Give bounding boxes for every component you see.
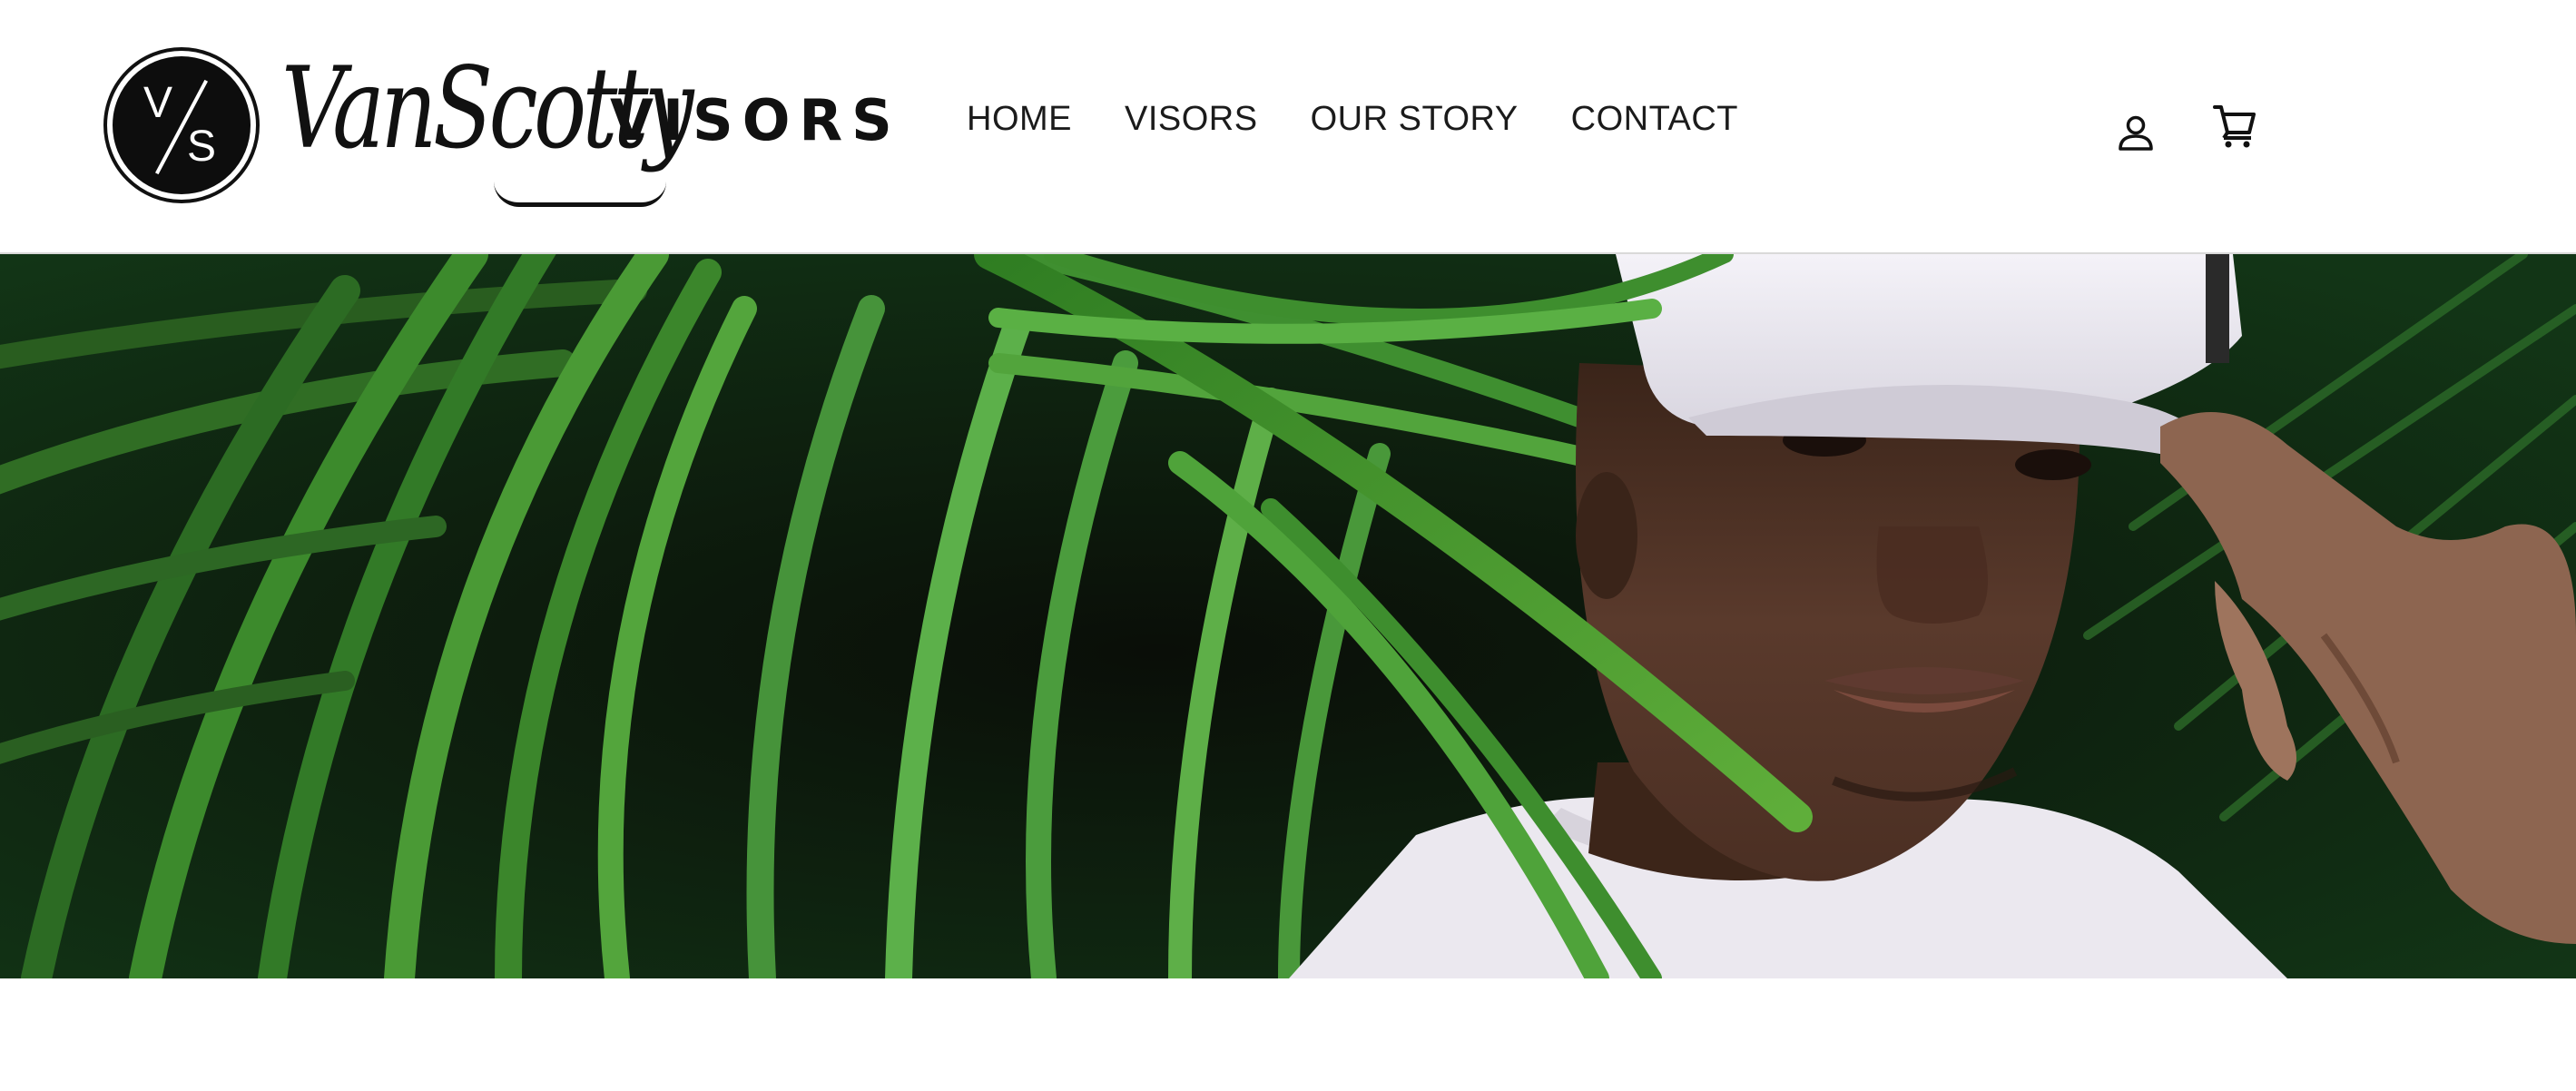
nav-item-our-story[interactable]: OUR STORY — [1311, 102, 1519, 136]
nav-item-visors[interactable]: VISORS — [1125, 102, 1258, 136]
logo-badge: V S — [103, 47, 260, 203]
brand-logo[interactable]: V S VanScotty VISORS — [103, 45, 892, 209]
logo-badge-letter-s: S — [187, 123, 217, 171]
hero-image — [0, 254, 2576, 978]
logo-badge-letter-v: V — [143, 79, 173, 127]
page-below-hero — [0, 978, 2576, 1091]
nav-item-contact[interactable]: CONTACT — [1571, 102, 1738, 136]
account-icon[interactable] — [2115, 113, 2157, 152]
cart-icon[interactable] — [2213, 103, 2256, 149]
hero-banner — [0, 254, 2576, 978]
nav-item-home[interactable]: HOME — [967, 102, 1072, 136]
site-header: V S VanScotty VISORS HOME VISORS OUR STO… — [0, 0, 2576, 254]
logo-suffix-text: VISORS — [610, 87, 901, 153]
main-nav: HOME VISORS OUR STORY CONTACT — [967, 102, 1738, 136]
